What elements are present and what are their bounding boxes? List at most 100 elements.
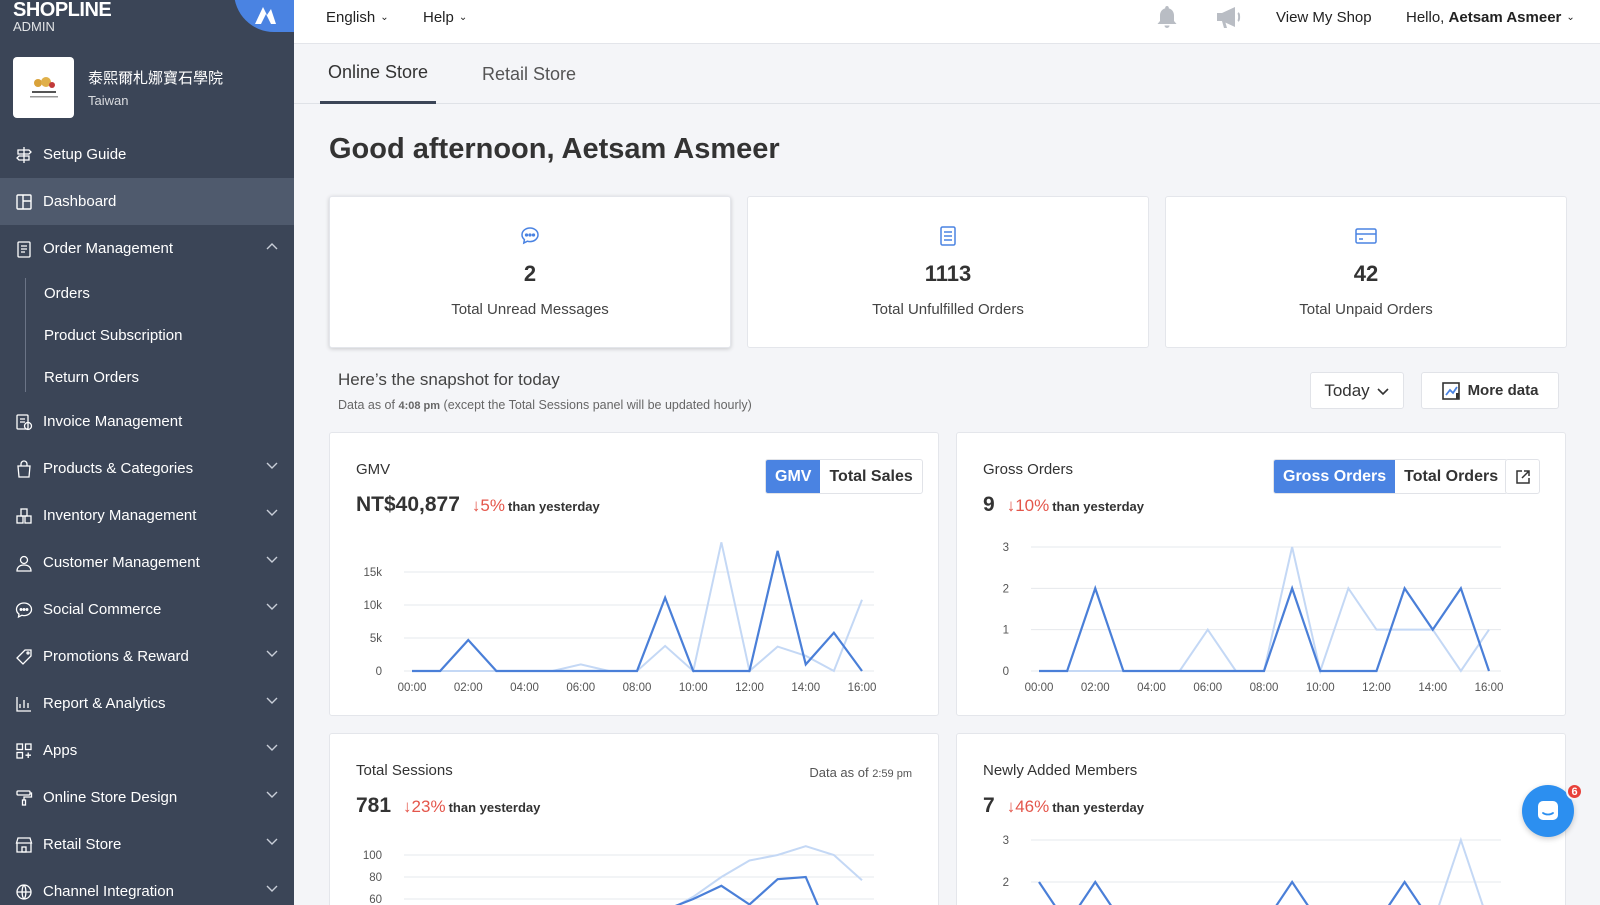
y-tick-label: 15k	[363, 567, 382, 579]
chat-icon	[1538, 801, 1558, 820]
y-tick-label: 5k	[370, 633, 382, 645]
clipboard-icon	[15, 240, 33, 258]
chevron-down-icon: ⌄	[380, 11, 389, 23]
x-tick-label: 12:00	[735, 682, 764, 694]
sidebar-subitem-orders[interactable]: Orders	[44, 272, 294, 314]
shop-switcher[interactable]: 泰熙爾札娜寶石學院 Taiwan	[13, 57, 223, 118]
sidebar-item-label: Dashboard	[43, 193, 117, 210]
document-icon	[940, 226, 956, 246]
signpost-icon	[15, 146, 33, 164]
inventory-icon	[15, 507, 33, 525]
sidebar-item-social-commerce[interactable]: Social Commerce	[0, 586, 294, 633]
sidebar: SHOPLINE ADMIN 泰熙爾札娜寶石學院 Taiwan Setup Gu…	[0, 0, 294, 905]
sidebar-item-label: Customer Management	[43, 554, 200, 571]
x-tick-label: 12:00	[1362, 682, 1391, 694]
more-data-button[interactable]: More data	[1421, 372, 1559, 409]
globe-icon	[15, 883, 33, 901]
snapshot-note: (except the Total Sessions panel will be…	[443, 398, 752, 412]
sidebar-item-online-store-design[interactable]: Online Store Design	[0, 774, 294, 821]
dashboard-icon	[15, 193, 33, 211]
sidebar-subitem-product-subscription[interactable]: Product Subscription	[44, 314, 294, 356]
gmv-panel: GMV GMV Total Sales NT$40,877 ↓5% than y…	[329, 432, 939, 716]
sidebar-item-label: Setup Guide	[43, 146, 127, 163]
view-my-shop-link[interactable]: View My Shop	[1276, 0, 1372, 34]
greeting-heading: Good afternoon, Aetsam Asmeer	[329, 133, 780, 165]
sidebar-item-label: Online Store Design	[43, 789, 178, 806]
x-tick-label: 16:00	[848, 682, 877, 694]
unfulfilled-orders-label: Total Unfulfilled Orders	[872, 301, 1024, 318]
gross-orders-panel: Gross Orders Gross Orders Total Orders 9…	[956, 432, 1566, 716]
x-tick-label: 14:00	[1418, 682, 1447, 694]
user-menu[interactable]: Hello, Aetsam Asmeer ⌄	[1406, 0, 1575, 34]
sidebar-item-customer-management[interactable]: Customer Management	[0, 539, 294, 586]
sidebar-item-channel-integration[interactable]: Channel Integration	[0, 868, 294, 905]
y-tick-label: 3	[1003, 835, 1009, 847]
tab-retail-store[interactable]: Retail Store	[474, 44, 584, 104]
y-tick-label: 0	[376, 666, 382, 678]
store-tabs: Online Store Retail Store	[294, 44, 1600, 104]
y-tick-label: 100	[363, 850, 382, 862]
chevron-down-icon	[266, 509, 278, 516]
megaphone-icon	[1217, 7, 1241, 28]
sidebar-item-invoice-management[interactable]: Invoice Management	[0, 398, 294, 445]
notifications-bell[interactable]	[1154, 0, 1180, 34]
brand-sub: ADMIN	[13, 19, 55, 34]
sidebar-item-label: Retail Store	[43, 836, 122, 853]
tab-online-store[interactable]: Online Store	[320, 44, 437, 104]
sidebar-item-setup-guide[interactable]: Setup Guide	[0, 131, 294, 178]
sidebar-item-retail-store[interactable]: Retail Store	[0, 821, 294, 868]
sidebar-item-label: Promotions & Reward	[43, 648, 189, 665]
language-dropdown[interactable]: English ⌄	[326, 0, 389, 34]
brand-name: SHOPLINE	[13, 0, 112, 21]
x-tick-label: 10:00	[679, 682, 708, 694]
chevron-down-icon	[1377, 387, 1389, 395]
announcements-button[interactable]	[1214, 0, 1244, 34]
paint-roller-icon	[15, 789, 33, 807]
sidebar-item-report-analytics[interactable]: Report & Analytics	[0, 680, 294, 727]
sidebar-item-order-management[interactable]: Order Management	[0, 225, 294, 272]
x-tick-label: 10:00	[1306, 682, 1335, 694]
help-dropdown[interactable]: Help ⌄	[423, 0, 467, 34]
sidebar-item-promotions-reward[interactable]: Promotions & Reward	[0, 633, 294, 680]
apps-icon	[15, 742, 33, 760]
top-bar: English ⌄ Help ⌄ View My Shop Hello, Aetsa…	[294, 0, 1600, 44]
x-tick-label: 16:00	[1475, 682, 1504, 694]
snapshot-title: Here’s the snapshot for today	[338, 370, 560, 389]
sidebar-item-dashboard[interactable]: Dashboard	[0, 178, 294, 225]
x-tick-label: 04:00	[1137, 682, 1166, 694]
series-line-previous	[1039, 546, 1490, 675]
message-icon	[521, 227, 539, 245]
unread-messages-card[interactable]: 2 Total Unread Messages	[329, 196, 731, 348]
shop-name: 泰熙爾札娜寶石學院	[88, 70, 224, 87]
series-line-previous	[1438, 836, 1484, 905]
date-range-dropdown[interactable]: Today	[1310, 372, 1404, 409]
series-line-today	[674, 875, 819, 905]
shop-logo	[13, 57, 74, 118]
language-label: English	[326, 8, 376, 26]
chat-bubble-icon	[15, 601, 33, 619]
sidebar-item-apps[interactable]: Apps	[0, 727, 294, 774]
sidebar-item-inventory-management[interactable]: Inventory Management	[0, 492, 294, 539]
y-tick-label: 0	[1003, 666, 1009, 678]
chevron-down-icon: ⌄	[1566, 11, 1575, 23]
new-members-chart: 23	[1003, 835, 1501, 905]
unpaid-orders-card[interactable]: 42 Total Unpaid Orders	[1165, 196, 1567, 348]
shopline-logo[interactable]: SHOPLINE ADMIN	[13, 0, 112, 40]
unread-messages-value: 2	[523, 261, 537, 286]
person-icon	[15, 554, 33, 572]
unpaid-orders-label: Total Unpaid Orders	[1299, 301, 1433, 318]
unfulfilled-orders-card[interactable]: 1113 Total Unfulfilled Orders	[747, 196, 1149, 348]
sidebar-subitem-return-orders[interactable]: Return Orders	[44, 356, 294, 398]
user-name: Aetsam Asmeer	[1448, 8, 1562, 26]
view-shop-label: View My Shop	[1276, 8, 1372, 26]
y-tick-label: 3	[1003, 542, 1009, 554]
x-tick-label: 00:00	[398, 682, 427, 694]
series-line-today	[1038, 880, 1422, 905]
x-tick-label: 02:00	[454, 682, 483, 694]
chevron-down-icon	[266, 650, 278, 657]
sidebar-item-products-categories[interactable]: Products & Categories	[0, 445, 294, 492]
new-members-panel: Newly Added Members 7 ↓46% than yesterda…	[956, 733, 1566, 905]
sidebar-item-label: Apps	[43, 742, 78, 759]
x-tick-label: 08:00	[1250, 682, 1279, 694]
bell-icon	[1157, 6, 1177, 28]
